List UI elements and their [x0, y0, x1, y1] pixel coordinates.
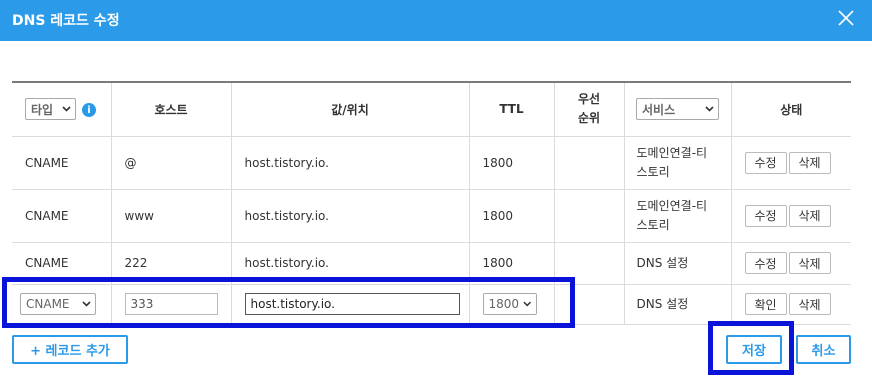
value-header: 값/위치 — [231, 82, 470, 137]
ttl-select[interactable]: 1800 — [482, 293, 537, 315]
type-select-value: CNAME — [26, 297, 70, 311]
record-priority — [554, 136, 625, 190]
record-service: 도메인연결-티 스토리 — [624, 136, 732, 190]
edit-button[interactable]: 수정 — [744, 151, 787, 174]
value-input[interactable] — [244, 293, 460, 315]
record-ttl: 1800 — [469, 189, 555, 243]
record-priority — [554, 242, 625, 285]
ttl-select-value: 1800 — [488, 297, 520, 311]
record-service-line1: 도메인연결-티 — [636, 145, 708, 160]
record-actions: 수정 삭제 — [731, 189, 851, 243]
record-type: CNAME — [12, 136, 112, 190]
record-ttl: 1800 — [469, 242, 555, 285]
edit-priority-cell — [554, 284, 625, 325]
chevron-down-icon — [82, 301, 91, 307]
record-host: @ — [111, 136, 232, 190]
service-header: 서비스 — [624, 82, 732, 137]
record-service: 도메인연결-티 스토리 — [624, 189, 732, 243]
close-icon[interactable] — [836, 8, 856, 28]
record-priority — [554, 189, 625, 243]
chevron-down-icon — [62, 106, 71, 112]
type-select[interactable]: CNAME — [20, 293, 96, 315]
type-filter-select[interactable]: 타입 — [25, 98, 76, 121]
record-service-line2: 스토리 — [636, 217, 670, 232]
edit-button[interactable]: 수정 — [744, 252, 787, 274]
add-record-button[interactable]: + 레코드 추가 — [12, 335, 128, 364]
edit-value-cell — [231, 284, 470, 325]
edit-button[interactable]: 수정 — [744, 204, 787, 227]
delete-button[interactable]: 삭제 — [788, 204, 831, 227]
priority-header: 우선 순위 — [554, 82, 625, 137]
chevron-down-icon — [705, 106, 714, 112]
priority-header-line1: 우선 — [577, 92, 601, 107]
record-host: www — [111, 189, 232, 243]
record-type: CNAME — [12, 242, 112, 285]
record-value: host.tistory.io. — [231, 189, 470, 243]
table-row: CNAME 222 host.tistory.io. 1800 DNS 설정 수… — [12, 242, 851, 285]
record-host: 222 — [111, 242, 232, 285]
dialog-header: DNS 레코드 수정 — [0, 0, 872, 41]
edit-ttl-cell: 1800 — [469, 284, 555, 325]
delete-button[interactable]: 삭제 — [788, 293, 831, 315]
record-value: host.tistory.io. — [231, 242, 470, 285]
delete-button[interactable]: 삭제 — [788, 151, 831, 174]
host-header: 호스트 — [111, 82, 232, 137]
service-filter-select[interactable]: 서비스 — [636, 98, 719, 121]
edit-service: DNS 설정 — [624, 284, 732, 325]
service-filter-label: 서비스 — [642, 102, 676, 117]
confirm-button[interactable]: 확인 — [744, 293, 787, 315]
table-header-row: 타입 i 호스트 값/위치 TTL 우선 순위 서비스 상태 — [12, 82, 851, 137]
edit-row: CNAME 1800 DNS 설정 확인삭제 — [12, 284, 851, 325]
delete-button[interactable]: 삭제 — [788, 252, 831, 274]
edit-host-cell — [111, 284, 232, 325]
record-service-line2: 스토리 — [636, 164, 670, 179]
host-input[interactable] — [124, 293, 218, 315]
record-actions: 수정 삭제 — [731, 136, 851, 190]
ttl-header: TTL — [469, 82, 555, 137]
record-service-line1: DNS 설정 — [636, 255, 689, 270]
record-ttl: 1800 — [469, 136, 555, 190]
type-header: 타입 i — [12, 82, 112, 137]
record-value: host.tistory.io. — [231, 136, 470, 190]
type-filter-label: 타입 — [31, 102, 54, 117]
record-service: DNS 설정 — [624, 242, 732, 285]
record-type: CNAME — [12, 189, 112, 243]
status-header: 상태 — [731, 82, 851, 137]
record-service-line1: 도메인연결-티 — [636, 198, 708, 213]
edit-actions: 확인 삭제 — [731, 284, 851, 325]
dns-records-table: 타입 i 호스트 값/위치 TTL 우선 순위 서비스 상태 CNAME @ h… — [12, 81, 851, 325]
save-button[interactable]: 저장 — [726, 335, 782, 364]
table-row: CNAME @ host.tistory.io. 1800 도메인연결-티 스토… — [12, 136, 851, 190]
edit-type-cell: CNAME — [12, 284, 112, 325]
table-row: CNAME www host.tistory.io. 1800 도메인연결-티 … — [12, 189, 851, 243]
priority-header-line2: 순위 — [577, 111, 601, 126]
record-actions: 수정 삭제 — [731, 242, 851, 285]
chevron-down-icon — [523, 301, 532, 307]
cancel-button[interactable]: 취소 — [796, 335, 851, 364]
dialog-title: DNS 레코드 수정 — [12, 13, 120, 29]
info-icon[interactable]: i — [82, 103, 96, 118]
